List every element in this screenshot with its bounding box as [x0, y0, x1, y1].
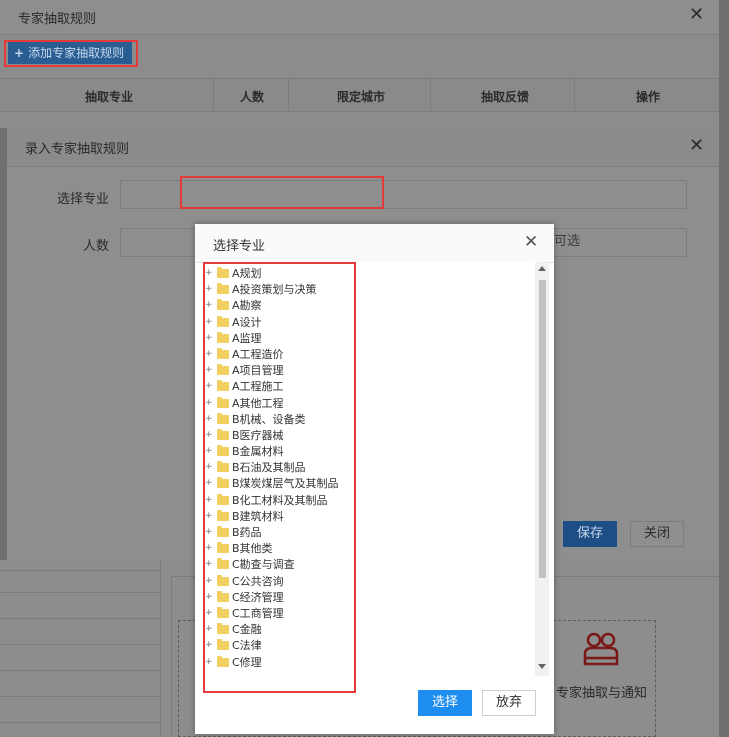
divider [0, 570, 160, 571]
column-header-actions: 操作 [636, 90, 661, 104]
divider [0, 592, 160, 593]
choose-button[interactable]: 选择 [418, 690, 472, 716]
close-icon[interactable]: ✕ [524, 234, 538, 251]
abandon-button[interactable]: 放弃 [482, 690, 536, 716]
divider [160, 560, 161, 737]
highlight-box [180, 176, 384, 209]
dialog-titlebar: 录入专家抽取规则 ✕ [7, 128, 719, 167]
divider [0, 696, 160, 697]
column-divider [574, 79, 575, 111]
column-divider [213, 79, 214, 111]
expert-extract-notify-label[interactable]: 专家抽取与通知 [556, 682, 647, 701]
highlight-box [4, 40, 138, 67]
count-label: 人数 [83, 239, 110, 254]
column-header-feedback: 抽取反馈 [481, 90, 530, 104]
divider [0, 644, 160, 645]
dialog-title: 专家抽取规则 [18, 12, 97, 27]
save-button[interactable]: 保存 [563, 521, 617, 547]
table-header: 抽取专业 人数 限定城市 抽取反馈 操作 [0, 78, 719, 112]
column-header-city: 限定城市 [337, 90, 386, 104]
scrollbar-thumb[interactable] [539, 280, 546, 578]
dialog-title: 选择专业 [213, 239, 266, 254]
select-specialty-dialog: 选择专业 ✕ + A规划 + A投资策划与决策 + A勘察 + A设计 + A监理 + A工程造价 + A… [195, 224, 554, 734]
dialog-titlebar: 选择专业 ✕ [195, 224, 554, 263]
specialty-label: 选择专业 [57, 192, 110, 207]
count-field-text: 可选 [554, 234, 581, 249]
dialog-titlebar: 专家抽取规则 ✕ [0, 0, 719, 35]
scrollbar[interactable] [535, 262, 549, 676]
column-divider [288, 79, 289, 111]
highlight-box [203, 262, 356, 693]
divider [0, 618, 160, 619]
expert-rule-dialog-background: 专家抽取规则 ✕ + 添加专家抽取规则 抽取专业 人数 限定城市 抽取反馈 操作 [0, 0, 719, 128]
column-divider [430, 79, 431, 111]
close-icon[interactable]: ✕ [689, 137, 704, 155]
column-header-count: 人数 [240, 90, 265, 104]
close-button[interactable]: 关闭 [630, 521, 684, 547]
scroll-down-icon[interactable] [538, 664, 546, 669]
column-header-specialty: 抽取专业 [85, 90, 134, 104]
scroll-up-icon[interactable] [538, 266, 546, 271]
divider [0, 722, 160, 723]
divider [0, 670, 160, 671]
dialog-title: 录入专家抽取规则 [25, 142, 130, 157]
people-icon [583, 632, 619, 666]
close-icon[interactable]: ✕ [689, 6, 704, 24]
divider [171, 576, 172, 737]
